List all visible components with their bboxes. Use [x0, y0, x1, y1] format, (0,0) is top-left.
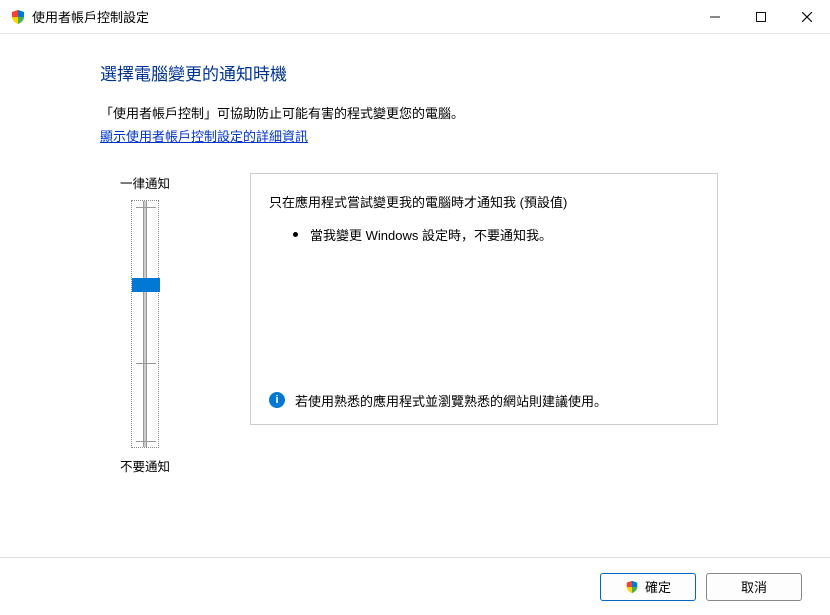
description-bullet-text: 當我變更 Windows 設定時，不要通知我。	[310, 225, 552, 244]
cancel-button-label: 取消	[741, 577, 767, 596]
titlebar: 使用者帳戶控制設定	[0, 0, 830, 34]
maximize-button[interactable]	[738, 0, 784, 34]
slider-label-always: 一律通知	[120, 173, 170, 192]
close-button[interactable]	[784, 0, 830, 34]
window-controls	[692, 0, 830, 34]
content-area: 選擇電腦變更的通知時機 「使用者帳戶控制」可協助防止可能有害的程式變更您的電腦。…	[0, 34, 830, 475]
description-bullet: 當我變更 Windows 設定時，不要通知我。	[269, 225, 699, 244]
slider-label-never: 不要通知	[120, 456, 170, 475]
ok-button[interactable]: 確定	[600, 573, 696, 601]
shield-icon	[10, 9, 26, 25]
window-title: 使用者帳戶控制設定	[32, 7, 149, 26]
slider-thumb[interactable]	[132, 278, 160, 292]
page-subtitle: 「使用者帳戶控制」可協助防止可能有害的程式變更您的電腦。	[100, 103, 830, 122]
minimize-button[interactable]	[692, 0, 738, 34]
footer: 確定 取消	[0, 557, 830, 615]
recommendation-text: 若使用熟悉的應用程式並瀏覽熟悉的網站則建議使用。	[295, 391, 607, 410]
info-icon: i	[269, 392, 285, 408]
ok-button-label: 確定	[645, 577, 671, 596]
details-link[interactable]: 顯示使用者帳戶控制設定的詳細資訊	[100, 129, 308, 144]
notification-slider[interactable]	[131, 200, 159, 448]
slider-column: 一律通知 不要通知	[100, 173, 190, 475]
recommendation-row: i 若使用熟悉的應用程式並瀏覽熟悉的網站則建議使用。	[269, 391, 699, 410]
description-column: 只在應用程式嘗試變更我的電腦時才通知我 (預設值) 當我變更 Windows 設…	[250, 173, 718, 475]
bullet-icon	[293, 232, 298, 237]
description-box: 只在應用程式嘗試變更我的電腦時才通知我 (預設值) 當我變更 Windows 設…	[250, 173, 718, 425]
description-title: 只在應用程式嘗試變更我的電腦時才通知我 (預設值)	[269, 192, 699, 211]
shield-icon	[625, 580, 639, 594]
cancel-button[interactable]: 取消	[706, 573, 802, 601]
page-heading: 選擇電腦變更的通知時機	[100, 60, 830, 85]
